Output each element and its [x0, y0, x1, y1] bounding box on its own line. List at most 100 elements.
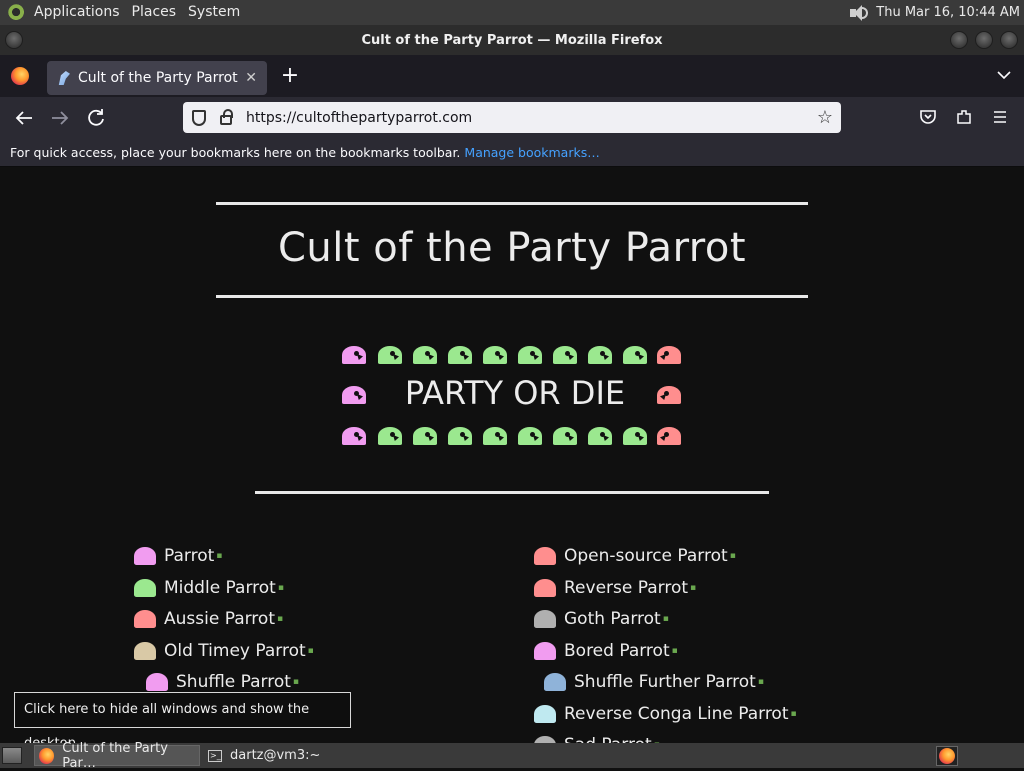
parrot-list-item[interactable]: Aussie Parrot ▪ [134, 609, 283, 629]
parrot-name[interactable]: Shuffle Parrot [176, 672, 291, 692]
parrot-list-item[interactable]: Parrot ▪ [134, 546, 222, 566]
window-menu-icon[interactable] [5, 31, 23, 49]
parrot-gif-icon [534, 578, 556, 597]
taskbar-firefox[interactable]: Cult of the Party Par… [34, 741, 200, 771]
tray-firefox-button[interactable] [936, 746, 958, 766]
banner-text: PARTY OR DIE [404, 374, 626, 412]
party-parrot-icon [446, 342, 472, 364]
parrot-name[interactable]: Old Timey Parrot [164, 641, 306, 661]
maximize-icon[interactable] [975, 31, 993, 49]
new-tab-button[interactable]: + [280, 63, 300, 89]
firefox-icon [939, 748, 955, 764]
firefox-view-icon[interactable] [11, 67, 29, 85]
parrot-name[interactable]: Middle Parrot [164, 578, 276, 598]
show-desktop-button[interactable] [2, 747, 22, 764]
parrot-list-item[interactable]: Shuffle Parrot ▪ [146, 672, 299, 692]
party-parrot-icon [340, 382, 366, 404]
distro-logo-icon[interactable] [8, 3, 26, 22]
parrot-list-item[interactable]: Middle Parrot ▪ [134, 578, 284, 598]
party-parrot-icon [376, 342, 402, 364]
tab-cult-of-the-party-parrot[interactable]: Cult of the Party Parrot ✕ [47, 61, 267, 95]
download-icon[interactable]: ▪ [690, 583, 696, 593]
parrot-list-item[interactable]: Reverse Conga Line Parrot ▪ [534, 704, 797, 724]
download-icon[interactable]: ▪ [791, 709, 797, 719]
pocket-icon[interactable] [919, 108, 937, 126]
extensions-icon[interactable] [955, 108, 973, 126]
taskbar-terminal[interactable]: >_ dartz@vm3:~ [204, 745, 344, 766]
tab-strip: Cult of the Party Parrot ✕ + [0, 55, 1024, 97]
parrot-gif-icon [534, 610, 556, 628]
parrot-name[interactable]: Reverse Parrot [564, 578, 688, 598]
panel-tray: Thu Mar 16, 10:44 AM [848, 4, 1024, 21]
url-text[interactable]: https://cultofthepartyparrot.com [246, 110, 472, 126]
bookmark-star-icon[interactable]: ☆ [817, 107, 833, 128]
parrot-gif-icon [134, 547, 156, 565]
system-menu[interactable]: System [182, 0, 246, 25]
download-icon[interactable]: ▪ [672, 646, 678, 656]
terminal-icon: >_ [208, 749, 222, 762]
parrot-gif-icon [534, 641, 556, 660]
parrot-list-item[interactable]: Shuffle Further Parrot ▪ [544, 672, 764, 692]
tab-title: Cult of the Party Parrot [78, 70, 238, 86]
parrot-list-item[interactable]: Goth Parrot ▪ [534, 609, 669, 629]
parrot-list-item[interactable]: Bored Parrot ▪ [534, 641, 678, 661]
parrot-list-item[interactable]: Open-source Parrot ▪ [534, 546, 736, 566]
hamburger-menu-icon[interactable] [991, 108, 1009, 126]
download-icon[interactable]: ▪ [308, 646, 314, 656]
back-icon[interactable] [12, 106, 36, 130]
party-parrot-icon [586, 342, 612, 364]
parrot-name[interactable]: Goth Parrot [564, 609, 661, 629]
title-top-rule [216, 202, 808, 205]
party-parrot-icon [481, 423, 507, 445]
parrot-name[interactable]: Reverse Conga Line Parrot [564, 704, 789, 724]
close-window-icon[interactable] [1000, 31, 1018, 49]
parrot-name[interactable]: Aussie Parrot [164, 609, 275, 629]
taskbar-firefox-label: Cult of the Party Par… [62, 740, 168, 771]
party-parrot-icon [586, 423, 612, 445]
url-bar[interactable]: https://cultofthepartyparrot.com ☆ [183, 102, 841, 133]
download-icon[interactable]: ▪ [758, 677, 764, 687]
volume-icon[interactable] [848, 4, 869, 21]
show-desktop-tooltip: Click here to hide all windows and show … [14, 692, 351, 751]
forward-icon[interactable] [48, 106, 72, 130]
chevron-down-icon[interactable] [996, 67, 1012, 83]
download-icon[interactable]: ▪ [277, 614, 283, 624]
party-parrot-icon [516, 423, 542, 445]
parrot-list-item[interactable]: Old Timey Parrot ▪ [134, 641, 314, 661]
download-icon[interactable]: ▪ [293, 677, 299, 687]
parrot-name[interactable]: Shuffle Further Parrot [574, 672, 756, 692]
parrot-list-item[interactable]: Sad Parrot▪ [534, 735, 660, 743]
clock[interactable]: Thu Mar 16, 10:44 AM [876, 5, 1020, 20]
party-parrot-icon [411, 423, 437, 445]
party-parrot-icon [621, 342, 647, 364]
download-icon[interactable]: ▪ [216, 551, 222, 561]
party-parrot-icon [446, 423, 472, 445]
party-parrot-icon [621, 423, 647, 445]
minimize-icon[interactable] [950, 31, 968, 49]
party-parrot-icon [340, 423, 366, 445]
lock-icon[interactable] [220, 109, 233, 125]
download-icon[interactable]: ▪ [663, 614, 669, 624]
close-tab-icon[interactable]: ✕ [245, 70, 257, 86]
bookmarks-toolbar: For quick access, place your bookmarks h… [0, 139, 1024, 167]
title-bottom-rule [216, 295, 808, 298]
tracking-protection-icon[interactable] [192, 109, 206, 126]
places-menu[interactable]: Places [126, 0, 183, 25]
manage-bookmarks-link[interactable]: Manage bookmarks… [464, 145, 599, 160]
applications-menu[interactable]: Applications [28, 0, 126, 25]
window-titlebar[interactable]: Cult of the Party Parrot — Mozilla Firef… [0, 25, 1024, 55]
parrot-name[interactable]: Parrot [164, 546, 214, 566]
parrot-gif-icon [146, 673, 168, 691]
reload-icon[interactable] [84, 106, 108, 130]
party-parrot-icon [376, 423, 402, 445]
parrot-name[interactable]: Open-source Parrot [564, 546, 728, 566]
parrot-name[interactable]: Sad Parrot [564, 735, 652, 743]
party-parrot-icon [657, 382, 683, 404]
parrot-name[interactable]: Bored Parrot [564, 641, 670, 661]
top-panel: Applications Places System Thu Mar 16, 1… [0, 0, 1024, 25]
parrot-list-item[interactable]: Reverse Parrot ▪ [534, 578, 696, 598]
download-icon[interactable]: ▪ [730, 551, 736, 561]
parrot-gif-icon [544, 673, 566, 691]
download-icon[interactable]: ▪ [278, 583, 284, 593]
navigation-toolbar: https://cultofthepartyparrot.com ☆ [0, 97, 1024, 139]
